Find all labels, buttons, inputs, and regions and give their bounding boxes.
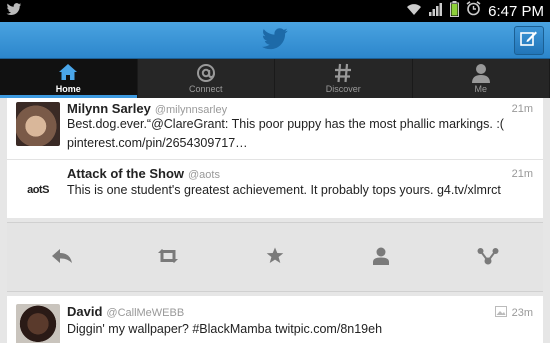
tweet-text: Best.dog.ever.“@ClareGrant: This poor pu… [67,117,504,150]
reply-icon [51,248,73,269]
tab-me[interactable]: Me [413,59,550,98]
tab-discover[interactable]: Discover [275,59,413,98]
twitter-notification-icon [6,3,22,21]
tweet-text: This is one student's greatest achieveme… [67,183,501,197]
reply-button[interactable] [49,248,75,269]
alarm-icon [466,1,481,21]
profile-icon [373,247,389,270]
tab-discover-label: Discover [325,84,361,94]
tab-me-label: Me [474,84,487,94]
clock: 6:47 PM [488,2,544,20]
tab-home[interactable]: Home [0,59,138,98]
favorite-button[interactable] [262,247,288,269]
favorite-icon [266,247,284,269]
tweet-author[interactable]: Attack of the Show @aots [67,166,220,181]
tab-connect-label: Connect [188,84,223,94]
tweet-actions-bar [7,222,543,292]
retweet-button[interactable] [155,248,181,269]
avatar[interactable] [16,304,60,343]
status-bar: 6:47 PM [0,0,550,22]
media-icon [494,306,507,320]
avatar[interactable] [16,102,60,146]
battery-icon [450,0,460,22]
tweet-card: Milynn Sarley @milynnsarley 21m Best.dog.… [7,98,543,218]
app-header [0,22,550,59]
home-timeline[interactable]: Milynn Sarley @milynnsarley 21m Best.dog.… [0,98,550,343]
tweet-time: 21m [511,103,533,115]
author-name: Milynn Sarley [67,101,151,116]
tab-home-label: Home [55,84,81,94]
compose-tweet-button[interactable] [514,26,544,55]
author-handle: @aots [188,169,220,181]
author-name: David [67,304,103,319]
author-handle: @CallMeWEBB [106,307,185,319]
wifi-icon [406,2,422,21]
tweet-item[interactable]: David @CallMeWEBB 23m Diggin' my wallpape… [7,296,543,343]
profile-button[interactable] [368,247,394,270]
retweet-icon [156,248,180,269]
tweet-author[interactable]: Milynn Sarley @milynnsarley [67,101,227,116]
tweet-item[interactable]: aotS Attack of the Show @aots 21m This is… [7,160,543,218]
compose-icon [520,29,538,52]
aots-logo: aotS [27,184,49,196]
author-name: Attack of the Show [67,166,185,181]
tweet-author[interactable]: David @CallMeWEBB [67,304,184,319]
signal-icon [429,2,443,21]
home-icon [58,63,78,86]
tweet-item[interactable]: Milynn Sarley @milynnsarley 21m Best.dog.… [7,98,543,158]
tab-bar: Home Connect Discover Me [0,59,550,98]
share-button[interactable] [475,247,501,270]
tweet-time-row: 23m [494,306,533,320]
tweet-card: David @CallMeWEBB 23m Diggin' my wallpape… [7,296,543,343]
tweet-time: 21m [511,168,533,180]
share-icon [477,247,499,270]
tweet-text: Diggin' my wallpaper? #BlackMamba twitpi… [67,322,383,336]
twitter-bird-icon [261,28,289,56]
tab-connect[interactable]: Connect [138,59,275,98]
tweet-time: 23m [511,307,533,319]
avatar[interactable]: aotS [16,168,60,212]
